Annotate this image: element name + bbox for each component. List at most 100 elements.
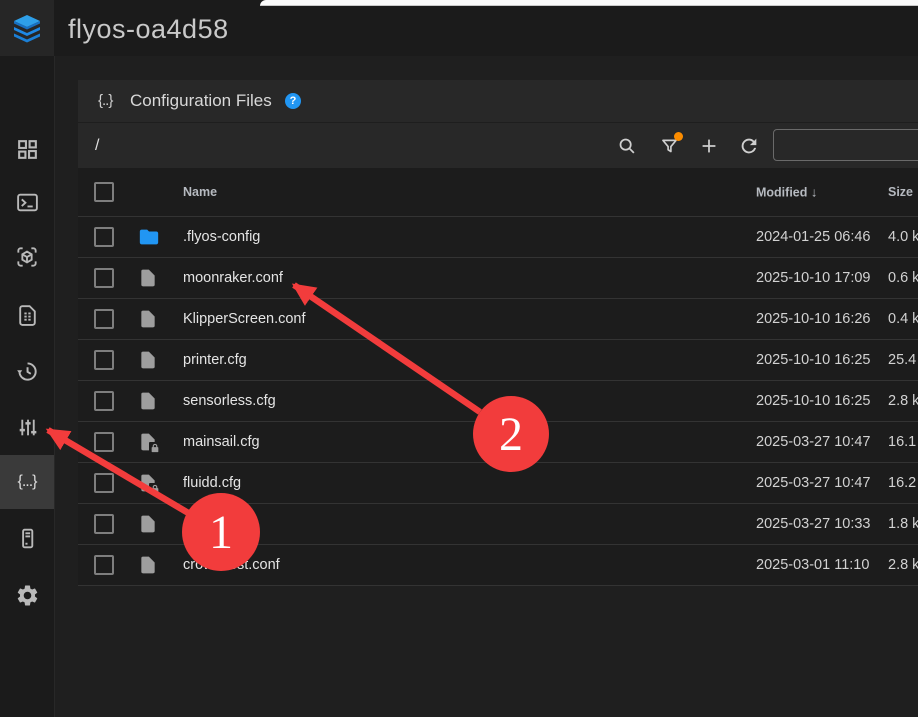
file-name: .flyos-config <box>183 229 260 245</box>
sidebar-item-gcode-viewer[interactable] <box>0 230 54 284</box>
column-header-name[interactable]: Name <box>183 185 217 199</box>
file-name: printer.cfg <box>183 352 247 368</box>
help-icon[interactable]: ? <box>285 93 301 109</box>
table-row[interactable]: KlipperScreen.conf 2025-10-10 16:26 0.4 … <box>78 298 918 339</box>
table-header-row: Name Modified ↓ Size <box>78 168 918 216</box>
table-row[interactable]: fluidd.cfg 2025-03-27 10:47 16.2 <box>78 462 918 503</box>
cube-scan-icon <box>14 244 40 270</box>
file-table: Name Modified ↓ Size .flyos-config 2024-… <box>78 168 918 586</box>
file-size: 0.6 k <box>888 270 918 286</box>
table-row[interactable]: crowsnest.conf 2025-03-01 11:10 2.8 k <box>78 544 918 585</box>
add-file-button[interactable] <box>697 134 721 158</box>
file-icon <box>138 513 158 535</box>
file-icon <box>138 308 158 330</box>
folder-icon <box>138 226 160 248</box>
search-button[interactable] <box>615 134 639 158</box>
app-logo[interactable] <box>0 0 54 56</box>
filter-active-badge <box>674 132 683 141</box>
row-checkbox[interactable] <box>94 391 114 411</box>
sort-desc-icon: ↓ <box>811 185 818 200</box>
printer-name-title: flyos-oa4d58 <box>68 0 229 56</box>
table-row[interactable]: mainsail.cfg 2025-03-27 10:47 16.1 <box>78 421 918 462</box>
file-name: sensorless.cfg <box>183 393 276 409</box>
file-modified: 2025-03-27 10:47 <box>756 434 871 450</box>
table-row[interactable]: moonraker.conf 2025-10-10 17:09 0.6 k <box>78 257 918 298</box>
sidebar-item-history[interactable] <box>0 344 54 398</box>
braces-icon: {...} <box>17 473 36 491</box>
panel-header: {..} Configuration Files ? <box>78 80 918 122</box>
file-size: 16.1 <box>888 434 916 450</box>
column-header-modified[interactable]: Modified ↓ <box>756 185 817 200</box>
search-icon <box>616 135 638 157</box>
refresh-button[interactable] <box>737 134 761 158</box>
filter-button[interactable] <box>657 134 681 158</box>
file-icon <box>138 554 158 576</box>
sidebar-item-settings[interactable] <box>0 568 54 622</box>
history-icon <box>14 358 40 384</box>
panel-title: Configuration Files <box>130 80 272 122</box>
row-checkbox[interactable] <box>94 473 114 493</box>
file-name: moonraker.conf <box>183 270 283 286</box>
sidebar-item-dashboard[interactable] <box>0 122 54 176</box>
file-size: 2.8 k <box>888 557 918 573</box>
search-input[interactable] <box>773 129 918 161</box>
layers-logo-icon <box>11 12 43 44</box>
file-toolbar: / <box>78 122 918 169</box>
select-all-checkbox[interactable] <box>94 182 114 202</box>
file-name: KlipperScreen.conf <box>183 311 306 327</box>
table-row[interactable]: 2025-03-27 10:33 1.8 k <box>78 503 918 544</box>
file-size: 4.0 k <box>888 229 918 245</box>
file-modified: 2025-03-01 11:10 <box>756 557 869 573</box>
refresh-icon <box>738 135 760 157</box>
row-checkbox[interactable] <box>94 227 114 247</box>
row-checkbox[interactable] <box>94 514 114 534</box>
sidebar-item-machine[interactable] <box>0 511 54 565</box>
file-icon <box>138 390 158 412</box>
file-modified: 2025-03-27 10:47 <box>756 475 871 491</box>
column-header-size[interactable]: Size <box>888 185 913 199</box>
sidebar-item-jobs[interactable] <box>0 288 54 342</box>
table-row[interactable]: .flyos-config 2024-01-25 06:46 4.0 k <box>78 216 918 257</box>
file-name: mainsail.cfg <box>183 434 260 450</box>
table-row[interactable]: sensorless.cfg 2025-10-10 16:25 2.8 k <box>78 380 918 421</box>
file-modified: 2024-01-25 06:46 <box>756 229 871 245</box>
search-field-wrap <box>773 129 918 163</box>
tune-icon <box>15 415 40 440</box>
row-checkbox[interactable] <box>94 268 114 288</box>
lock-icon <box>149 483 161 495</box>
braces-icon: {..} <box>98 80 112 122</box>
sidebar-item-config-files[interactable]: {...} <box>0 455 54 509</box>
topbar: flyos-oa4d58 <box>0 0 918 56</box>
sidebar: {...} <box>0 56 55 717</box>
file-name: fluidd.cfg <box>183 475 241 491</box>
config-files-panel: {..} Configuration Files ? / <box>78 80 918 576</box>
breadcrumb-path: / <box>95 123 99 169</box>
table-row[interactable]: printer.cfg 2025-10-10 16:25 25.4 <box>78 339 918 380</box>
console-icon <box>15 190 40 215</box>
file-modified: 2025-10-10 16:25 <box>756 352 871 368</box>
row-checkbox[interactable] <box>94 432 114 452</box>
file-size: 1.8 k <box>888 516 918 532</box>
file-table-icon <box>15 303 40 328</box>
file-size: 16.2 <box>888 475 916 491</box>
gear-icon <box>15 583 40 608</box>
file-modified: 2025-10-10 17:09 <box>756 270 871 286</box>
row-checkbox[interactable] <box>94 555 114 575</box>
server-icon <box>15 526 40 551</box>
plus-icon <box>698 135 720 157</box>
file-name: crowsnest.conf <box>183 557 280 573</box>
browser-chrome-sliver <box>260 0 918 6</box>
file-size: 25.4 <box>888 352 916 368</box>
file-modified: 2025-10-10 16:25 <box>756 393 871 409</box>
file-modified: 2025-03-27 10:33 <box>756 516 871 532</box>
dashboard-icon <box>15 137 40 162</box>
file-icon <box>138 267 158 289</box>
file-size: 0.4 k <box>888 311 918 327</box>
row-checkbox[interactable] <box>94 309 114 329</box>
file-size: 2.8 k <box>888 393 918 409</box>
sidebar-item-console[interactable] <box>0 175 54 229</box>
sidebar-item-tune[interactable] <box>0 400 54 454</box>
file-icon <box>138 349 158 371</box>
row-checkbox[interactable] <box>94 350 114 370</box>
table-bottom-border <box>78 585 918 586</box>
